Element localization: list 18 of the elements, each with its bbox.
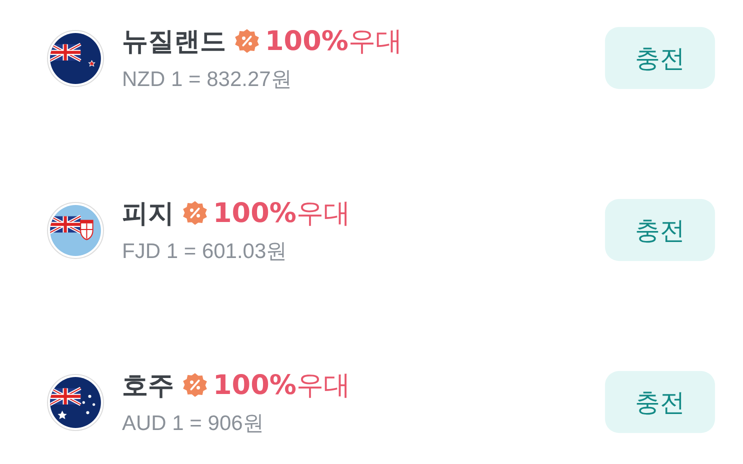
charge-button[interactable]: 충전 (605, 199, 715, 261)
flag-icon (47, 374, 104, 430)
flag-icon (47, 30, 104, 86)
benefit-label: 100%우대 (213, 369, 350, 403)
country-name: 호주 (122, 370, 174, 402)
exchange-rate: NZD 1 = 832.27원 (122, 67, 293, 93)
benefit-label: 100%우대 (265, 25, 402, 59)
country-name: 피지 (122, 198, 174, 230)
charge-button[interactable]: 충전 (605, 371, 715, 433)
country-name: 뉴질랜드 (122, 26, 226, 58)
charge-button[interactable]: 충전 (605, 27, 715, 89)
benefit-label: 100%우대 (213, 197, 350, 231)
discount-badge-icon (182, 200, 208, 226)
exchange-rate: AUD 1 = 906원 (122, 411, 265, 437)
discount-badge-icon (234, 28, 260, 54)
flag-icon (47, 202, 104, 258)
exchange-rate: FJD 1 = 601.03원 (122, 239, 288, 265)
discount-badge-icon (182, 372, 208, 398)
